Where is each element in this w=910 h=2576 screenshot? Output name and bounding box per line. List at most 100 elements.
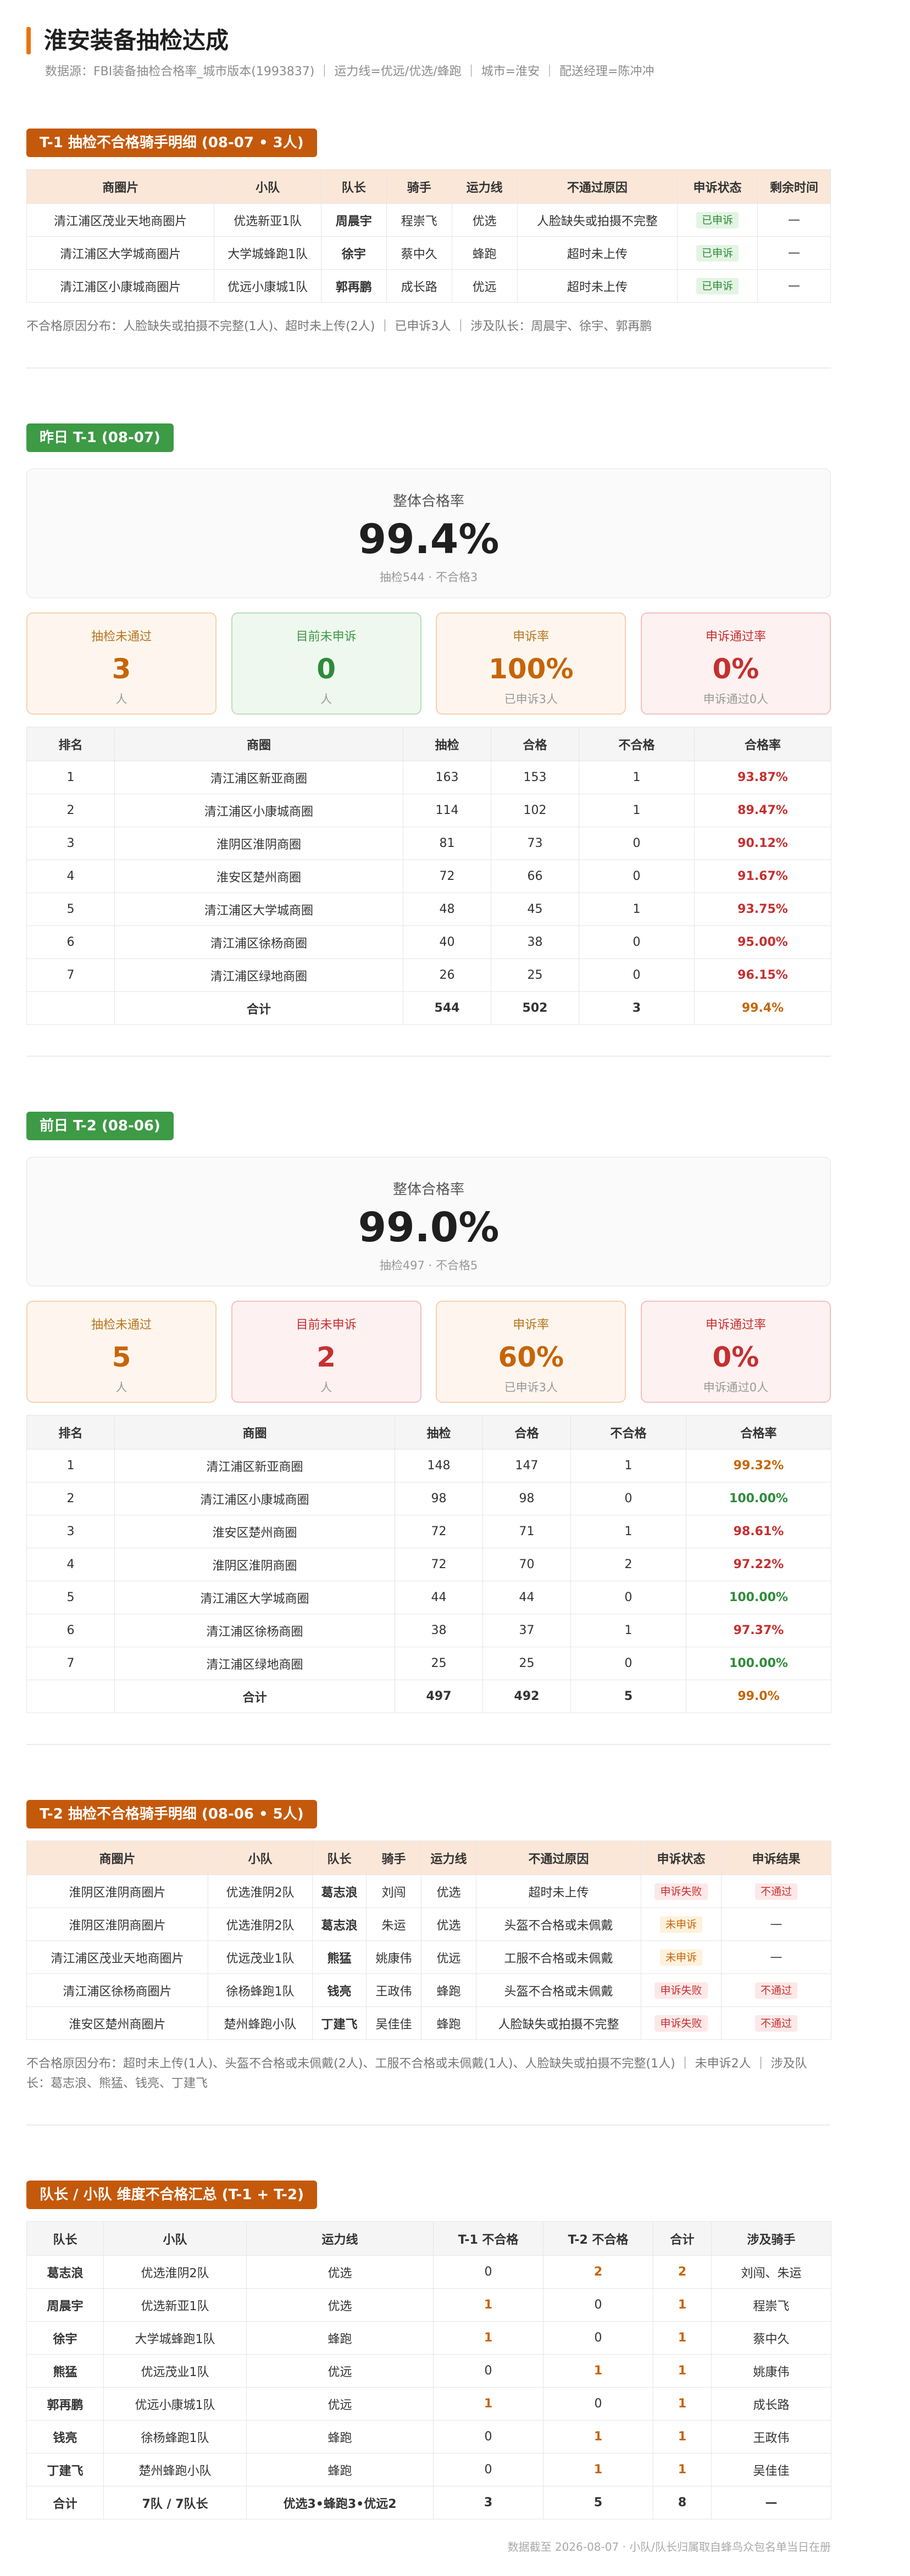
cell-rate: 99.4% (694, 991, 831, 1025)
page-title-text: 淮安装备抽检达成 (44, 27, 229, 54)
t2-kpi-row: 抽检未通过 5 人 目前未申诉 2 人 申诉率 60% 已申诉3人 申诉通过率 … (26, 1301, 831, 1403)
cell-rate: 93.75% (694, 893, 831, 926)
cell-line: 优远 (246, 2354, 434, 2388)
cell-rate: 91.67% (694, 860, 831, 893)
cell-area: 淮安区楚州商圈 (114, 1515, 395, 1548)
col-header: 队长 (320, 169, 387, 204)
cell-passed: 45 (491, 893, 579, 926)
overall-rate-label: 整体合格率 (392, 1181, 464, 1198)
cell-t2: 1 (543, 2420, 653, 2454)
table-row: 熊猛 优远茂业1队 优远 0 1 1 姚康伟 (26, 2354, 831, 2388)
cell-failed: 0 (570, 1647, 686, 1680)
cell-reason: 人脸缺失或拍摄不完整 (476, 2006, 641, 2040)
cell-rank: 6 (26, 925, 115, 959)
cell-rank: 3 (26, 1515, 115, 1548)
table-row: 7 清江浦区绿地商圈 25 25 0 100.00% (26, 1647, 831, 1680)
cell-passed: 98 (482, 1482, 571, 1515)
cell-leader: 周晨宇 (320, 203, 387, 237)
cell-t2: 5 (543, 2486, 653, 2519)
col-header: 合格率 (686, 1415, 831, 1449)
overall-rate-value: 99.4% (358, 516, 500, 563)
col-header: 小队 (214, 169, 321, 204)
cell-line: 优选 (246, 2288, 434, 2322)
cell-riders: 刘闯、朱运 (711, 2255, 831, 2289)
cell-passed: 73 (491, 827, 579, 860)
table-header-row: 商圈片 小队 队长 骑手 运力线 不通过原因 申诉状态 剩余时间 (26, 169, 831, 204)
page-subtitle: 数据源：FBI装备抽检合格率_城市版本(1993837) ｜ 运力线=优远/优选… (45, 65, 654, 79)
cell-team: 楚州蜂跑小队 (103, 2453, 247, 2486)
overall-rate-value: 99.0% (358, 1204, 500, 1251)
cell-team: 优选淮阴2队 (208, 1908, 313, 1941)
cell-reason: 工服不合格或未佩戴 (476, 1941, 641, 1974)
cell-rank: 7 (26, 958, 115, 992)
t1-detail-section: T-1 抽检不合格骑手明细 (08-07 • 3人) 商圈片 小队 队长 骑手 … (26, 129, 831, 369)
cell-rank (26, 1680, 115, 1713)
table-row: 6 清江浦区徐杨商圈 38 37 1 97.37% (26, 1614, 831, 1647)
section-divider (26, 1744, 831, 1745)
col-header: 运力线 (451, 169, 518, 204)
col-header: 运力线 (421, 1841, 476, 1875)
cell-passed: 147 (482, 1449, 571, 1482)
cell-riders: 王政伟 (711, 2420, 831, 2454)
cell-rate: 90.12% (694, 827, 831, 860)
kpi-failed-card: 抽检未通过 3 人 (26, 612, 217, 715)
cell-sum: 8 (653, 2486, 712, 2519)
cell-remain: — (757, 203, 831, 237)
t1-ranking-table: 排名 商圈 抽检 合格 不合格 合格率 1 清江浦区新亚商圈 163 153 1 93.8… (26, 727, 831, 1025)
cell-area: 淮阴区淮阴商圈 (114, 1548, 395, 1581)
cell-leader: 钱亮 (312, 1973, 367, 2007)
cell-result: — (721, 1941, 831, 1974)
cell-rank: 4 (26, 860, 115, 893)
cell-checked: 48 (403, 893, 491, 926)
cell-result: — (721, 1908, 831, 1941)
leader-summary-title: 队长 / 小队 维度不合格汇总 (T-1 + T-2) (26, 2181, 317, 2209)
cell-passed: 492 (482, 1680, 571, 1713)
kpi-sub: 人 (115, 1381, 127, 1394)
col-header: T-2 不合格 (543, 2221, 653, 2256)
cell-passed: 502 (491, 991, 579, 1025)
cell-passed: 153 (491, 761, 579, 794)
cell-rank: 4 (26, 1548, 115, 1581)
t2-ranking-table: 排名 商圈 抽检 合格 不合格 合格率 1 清江浦区新亚商圈 148 147 1 99.3… (26, 1415, 831, 1713)
cell-area: 清江浦区绿地商圈 (114, 1647, 395, 1680)
cell-leader: 丁建飞 (312, 2006, 367, 2040)
cell-team: 优选新亚1队 (214, 203, 321, 237)
cell-team: 徐杨蜂跑1队 (208, 1973, 313, 2007)
cell-area: 清江浦区徐杨商圈 (114, 1614, 395, 1647)
cell-failed: 1 (570, 1515, 686, 1548)
cell-rate: 95.00% (694, 925, 831, 959)
t1-detail-table: 商圈片 小队 队长 骑手 运力线 不通过原因 申诉状态 剩余时间 清江浦区茂业天… (26, 169, 831, 303)
kpi-label: 申诉通过率 (705, 1318, 766, 1332)
cell-sum: 1 (653, 2420, 712, 2454)
kpi-label: 抽检未通过 (91, 1318, 152, 1332)
table-row: 2 清江浦区小康城商圈 98 98 0 100.00% (26, 1482, 831, 1515)
cell-rank: 7 (26, 1647, 115, 1680)
table-row: 淮安区楚州商圈片 楚州蜂跑小队 丁建飞 吴佳佳 蜂跑 人脸缺失或拍摄不完整 申诉… (26, 2006, 831, 2040)
cell-riders: 程崇飞 (711, 2288, 831, 2322)
kpi-sub: 申诉通过0人 (703, 1381, 769, 1394)
cell-rate: 100.00% (686, 1581, 831, 1614)
table-row: 周晨宇 优选新亚1队 优选 1 0 1 程崇飞 (26, 2288, 831, 2322)
cell-passed: 25 (491, 958, 579, 992)
cell-rate: 98.61% (686, 1515, 831, 1548)
cell-passed: 70 (482, 1548, 571, 1581)
cell-failed: 3 (579, 991, 695, 1025)
cell-line: 优远 (451, 269, 518, 303)
table-header-row: 队长 小队 运力线 T-1 不合格 T-2 不合格 合计 涉及骑手 (26, 2221, 831, 2256)
cell-line: 蜂跑 (246, 2453, 434, 2486)
cell-reason: 超时未上传 (517, 236, 678, 270)
kpi-sub: 人 (320, 1381, 332, 1394)
t2-detail-section: T-2 抽检不合格骑手明细 (08-06 • 5人) 商圈片 小队 队长 骑手 … (26, 1800, 831, 2126)
table-row: 5 清江浦区大学城商圈 44 44 0 100.00% (26, 1581, 831, 1614)
cell-rank: 1 (26, 1449, 115, 1482)
status-badge: 已申诉 (696, 211, 739, 228)
kpi-appeal-pass-card: 申诉通过率 0% 申诉通过0人 (640, 612, 831, 715)
page-title: 淮安装备抽检达成 (26, 25, 831, 56)
cell-riders: — (711, 2486, 831, 2519)
kpi-appeal-pass-card: 申诉通过率 0% 申诉通过0人 (640, 1301, 831, 1403)
cell-t1: 3 (433, 2486, 543, 2519)
status-badge: 已申诉 (696, 244, 739, 261)
cell-team: 徐杨蜂跑1队 (103, 2420, 247, 2454)
cell-failed: 1 (579, 761, 695, 794)
cell-team: 大学城蜂跑1队 (103, 2321, 247, 2355)
